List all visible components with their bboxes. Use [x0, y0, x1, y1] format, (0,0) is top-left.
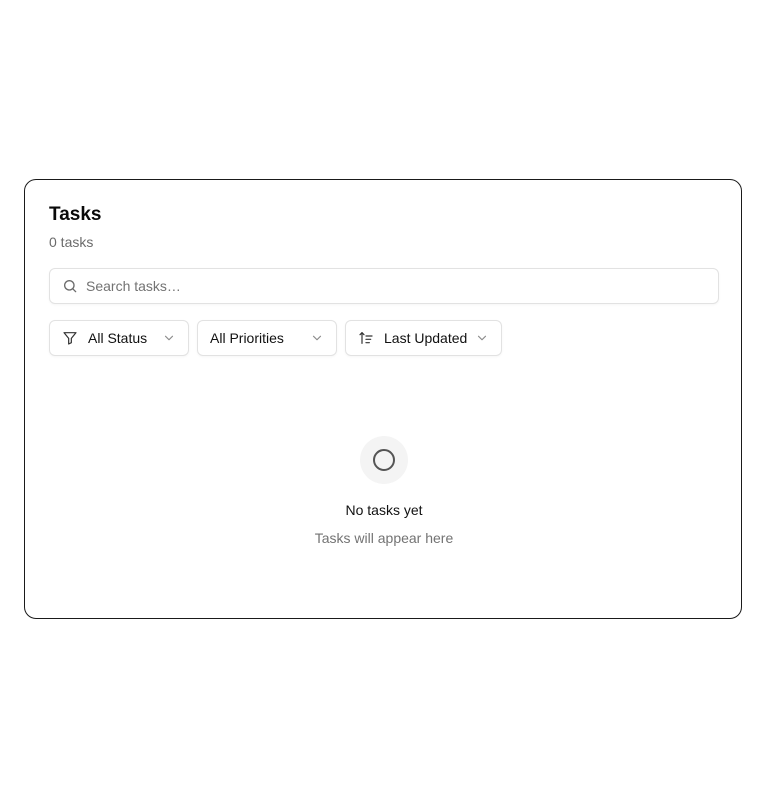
sort-select[interactable]: Last Updated	[345, 320, 502, 356]
chevron-down-icon	[310, 331, 324, 345]
priority-filter-label: All Priorities	[210, 330, 284, 346]
page-title: Tasks	[49, 204, 102, 225]
search-box[interactable]	[49, 268, 719, 304]
circle-icon	[372, 448, 396, 472]
chevron-down-icon	[475, 331, 489, 345]
priority-filter-select[interactable]: All Priorities	[197, 320, 337, 356]
filter-icon	[62, 330, 78, 346]
filter-bar: All Status All Priorities Last Updated	[49, 320, 502, 356]
status-filter-label: All Status	[88, 330, 148, 346]
sort-label: Last Updated	[384, 330, 468, 346]
chevron-down-icon	[162, 331, 176, 345]
empty-state-icon-container	[360, 436, 408, 484]
search-icon	[62, 278, 78, 294]
task-count: 0 tasks	[49, 234, 94, 250]
empty-state-subtitle: Tasks will appear here	[314, 530, 454, 546]
sort-ascending-icon	[358, 330, 374, 346]
search-input[interactable]	[86, 278, 686, 294]
tasks-card: Tasks 0 tasks All Status A	[24, 179, 742, 619]
empty-state-title: No tasks yet	[345, 502, 423, 518]
status-filter-select[interactable]: All Status	[49, 320, 189, 356]
